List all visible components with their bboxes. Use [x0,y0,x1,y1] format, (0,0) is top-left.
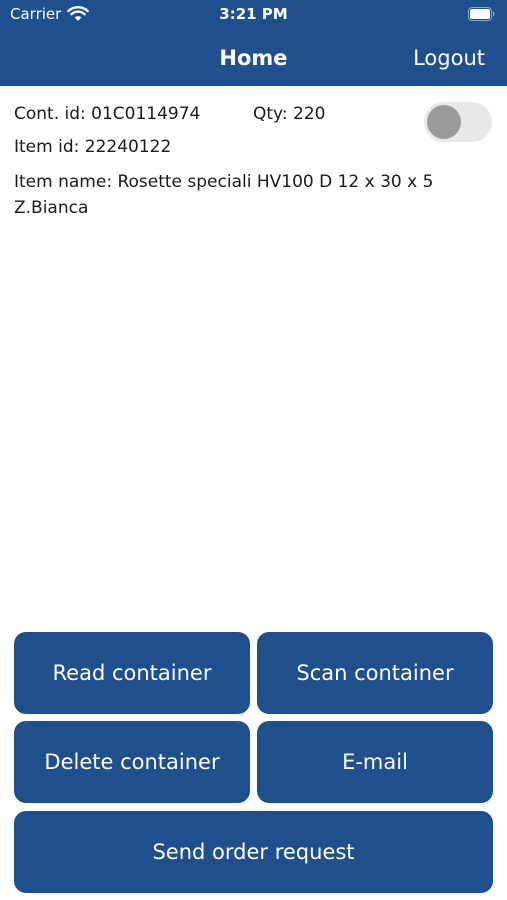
status-bar: Carrier 3:21 PM [0,0,507,30]
toggle-knob [427,105,461,139]
item-id: Item id: 22240122 [14,137,172,157]
read-container-button[interactable]: Read container [14,632,250,714]
logout-button[interactable]: Logout [413,44,485,72]
app-header: Carrier 3:21 PM Home Logout [0,0,507,86]
battery-icon [468,7,495,21]
delete-container-button[interactable]: Delete container [14,721,250,803]
container-id: Cont. id: 01C0114974 [14,104,201,124]
status-time: 3:21 PM [219,5,288,23]
item-name: Item name: Rosette speciali HV100 D 12 x… [14,172,434,218]
quantity: Qty: 220 [253,104,326,124]
scan-container-button[interactable]: Scan container [257,632,493,714]
send-order-request-button[interactable]: Send order request [14,811,493,893]
container-toggle[interactable] [424,102,492,142]
email-button[interactable]: E-mail [257,721,493,803]
